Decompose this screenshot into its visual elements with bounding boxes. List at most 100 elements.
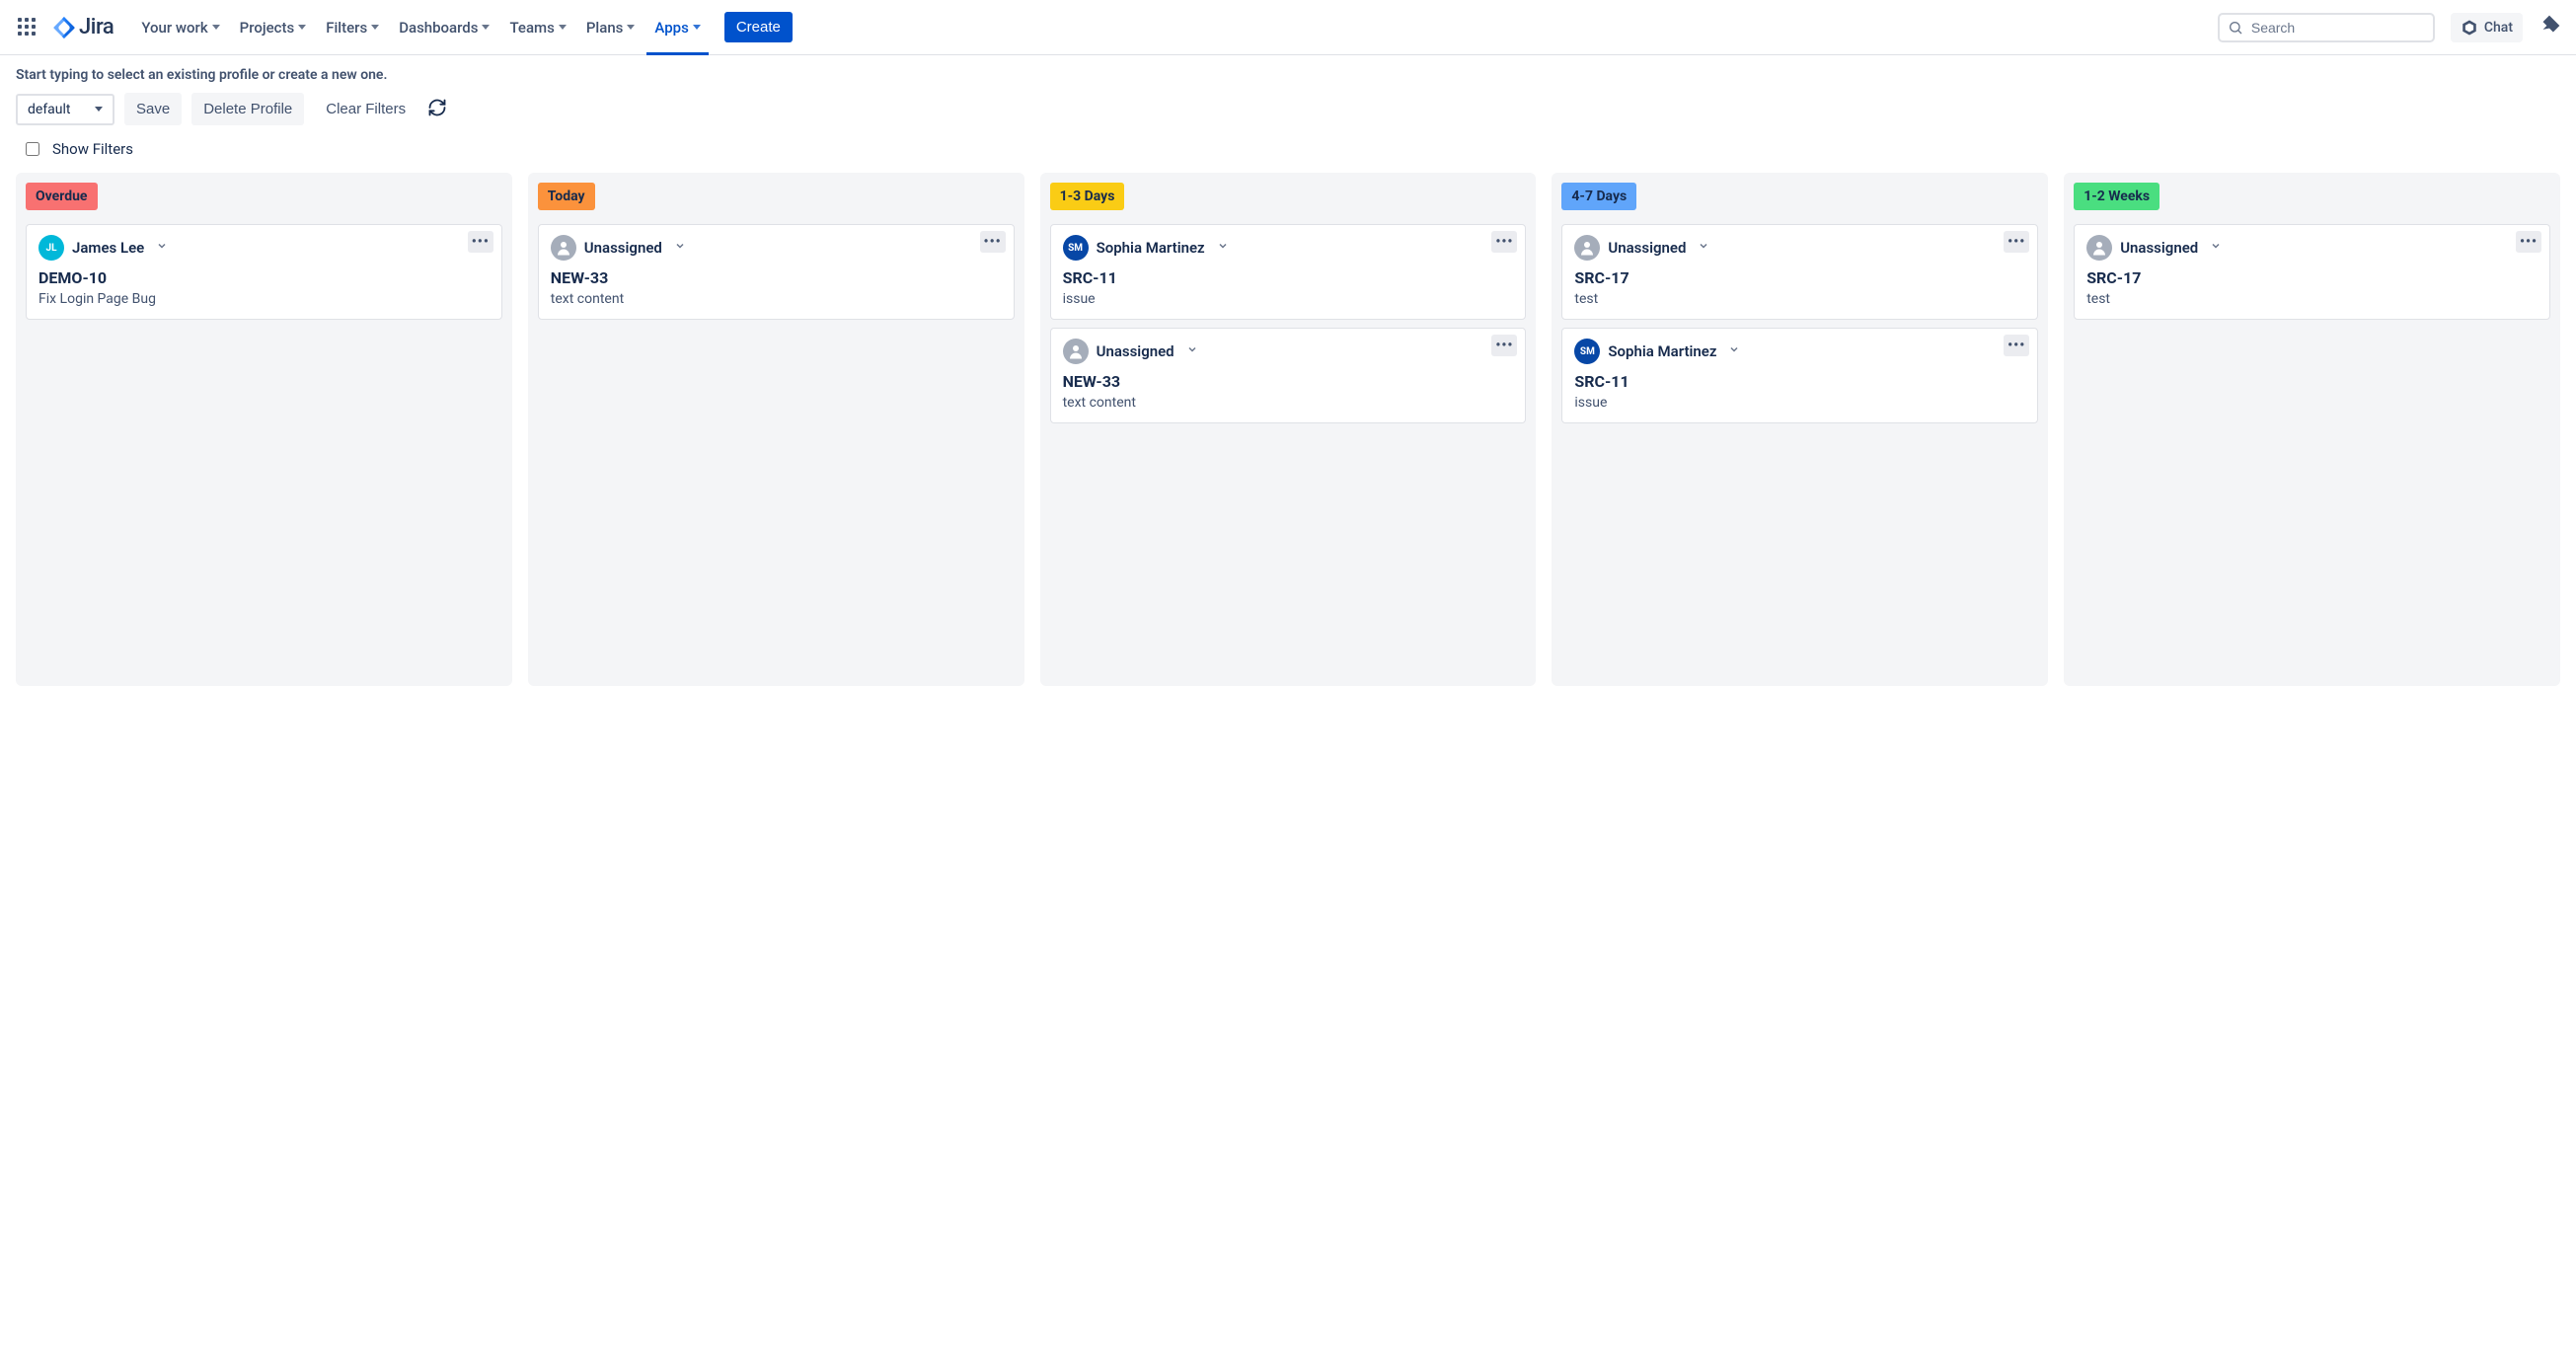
nav-item-apps[interactable]: Apps <box>646 13 708 42</box>
chevron-down-icon <box>627 25 635 30</box>
chevron-down-icon <box>371 25 379 30</box>
nav-item-projects[interactable]: Projects <box>232 13 315 42</box>
nav-item-your-work[interactable]: Your work <box>133 13 227 42</box>
assignee-name: James Lee <box>72 239 144 257</box>
chat-label: Chat <box>2484 20 2513 36</box>
issue-card[interactable]: Unassigned ••• NEW-33 text content <box>538 224 1015 320</box>
nav-item-teams[interactable]: Teams <box>501 13 573 42</box>
board-column-w1_2: 1-2 Weeks Unassigned ••• SRC-17 test <box>2064 173 2560 686</box>
nav-item-label: Projects <box>240 19 295 37</box>
profile-toolbar: default Save Delete Profile Clear Filter… <box>16 93 2560 125</box>
refresh-icon[interactable] <box>427 98 447 121</box>
assignee-name: Unassigned <box>1608 239 1686 257</box>
app-switcher-icon[interactable] <box>16 16 39 39</box>
show-filters[interactable]: Show Filters <box>22 139 2560 159</box>
nav-item-label: Dashboards <box>399 19 478 37</box>
nav-item-label: Plans <box>586 19 624 37</box>
nav-item-plans[interactable]: Plans <box>578 13 644 42</box>
issue-summary: text content <box>551 291 1002 307</box>
chevron-down-icon <box>482 25 490 30</box>
nav-item-filters[interactable]: Filters <box>318 13 387 42</box>
card-menu-icon[interactable]: ••• <box>1491 335 1517 356</box>
card-header: JL James Lee <box>38 235 490 261</box>
avatar: JL <box>38 235 64 261</box>
assignee-dropdown-icon[interactable] <box>1728 343 1740 359</box>
column-header: 1-2 Weeks <box>2074 183 2159 210</box>
card-header: Unassigned <box>2086 235 2538 261</box>
nav-item-dashboards[interactable]: Dashboards <box>391 13 497 42</box>
assignee-dropdown-icon[interactable] <box>2210 240 2222 256</box>
card-menu-icon[interactable]: ••• <box>468 231 493 253</box>
delete-profile-button[interactable]: Delete Profile <box>191 93 304 125</box>
card-header: SM Sophia Martinez <box>1063 235 1514 261</box>
issue-summary: test <box>1574 291 2025 307</box>
jira-wordmark: Jira <box>79 15 114 39</box>
issue-card[interactable]: Unassigned ••• SRC-17 test <box>1561 224 2038 320</box>
card-menu-icon[interactable]: ••• <box>980 231 1006 253</box>
issue-key[interactable]: SRC-17 <box>2086 268 2538 287</box>
card-header: Unassigned <box>551 235 1002 261</box>
unassigned-avatar-icon <box>2086 235 2112 261</box>
jira-logo[interactable]: Jira <box>53 15 114 39</box>
assignee-dropdown-icon[interactable] <box>674 240 686 256</box>
assignee-name: Unassigned <box>584 239 662 257</box>
chevron-down-icon <box>212 25 220 30</box>
board-column-overdue: OverdueJLJames Lee•••DEMO-10Fix Login Pa… <box>16 173 512 686</box>
save-button[interactable]: Save <box>124 93 182 125</box>
show-filters-checkbox[interactable] <box>26 142 39 156</box>
assignee-dropdown-icon[interactable] <box>1698 240 1709 256</box>
nav-items: Your work Projects Filters Dashboards Teams P… <box>133 13 708 42</box>
board-column-d1_3: 1-3 DaysSMSophia Martinez•••SRC-11issueU… <box>1040 173 1537 686</box>
assignee-name: Unassigned <box>2120 239 2198 257</box>
card-menu-icon[interactable]: ••• <box>1491 231 1517 253</box>
search-field[interactable] <box>2249 19 2425 37</box>
issue-key[interactable]: SRC-11 <box>1574 372 2025 391</box>
assignee-dropdown-icon[interactable] <box>1217 240 1229 256</box>
chat-button[interactable]: Chat <box>2451 13 2523 42</box>
issue-card[interactable]: Unassigned•••NEW-33text content <box>1050 328 1527 423</box>
issue-key[interactable]: SRC-11 <box>1063 268 1514 287</box>
issue-key[interactable]: DEMO-10 <box>38 268 490 287</box>
search-icon <box>2228 20 2243 36</box>
unassigned-avatar-icon <box>551 235 576 261</box>
chevron-down-icon <box>95 107 103 112</box>
issue-summary: text content <box>1063 395 1514 411</box>
card-menu-icon[interactable]: ••• <box>2516 231 2541 253</box>
issue-card[interactable]: SM Sophia Martinez ••• SRC-11 issue <box>1050 224 1527 320</box>
notifications-icon[interactable] <box>2538 15 2560 40</box>
create-button[interactable]: Create <box>724 12 793 42</box>
clear-filters-button[interactable]: Clear Filters <box>314 93 417 125</box>
nav-item-label: Your work <box>141 19 207 37</box>
chevron-down-icon <box>693 25 701 30</box>
issue-key[interactable]: NEW-33 <box>551 268 1002 287</box>
card-menu-icon[interactable]: ••• <box>2004 231 2029 253</box>
issue-key[interactable]: SRC-17 <box>1574 268 2025 287</box>
profile-hint: Start typing to select an existing profi… <box>16 67 2560 83</box>
assignee-dropdown-icon[interactable] <box>1186 343 1198 359</box>
assignee-name: Sophia Martinez <box>1097 239 1205 257</box>
column-header: Today <box>538 183 595 210</box>
kanban-board: OverdueJLJames Lee•••DEMO-10Fix Login Pa… <box>0 173 2576 706</box>
unassigned-avatar-icon <box>1063 339 1089 364</box>
issue-card[interactable]: JLJames Lee•••DEMO-10Fix Login Page Bug <box>26 224 502 320</box>
board-column-today: Today Unassigned ••• NEW-33 text content <box>528 173 1024 686</box>
column-header: 1-3 Days <box>1050 183 1125 210</box>
nav-item-label: Apps <box>654 19 688 37</box>
issue-card[interactable]: SMSophia Martinez•••SRC-11issue <box>1561 328 2038 423</box>
profile-value: default <box>28 102 71 117</box>
card-menu-icon[interactable]: ••• <box>2004 335 2029 356</box>
issue-key[interactable]: NEW-33 <box>1063 372 1514 391</box>
chat-icon <box>2461 19 2478 37</box>
profile-select[interactable]: default <box>16 94 114 125</box>
assignee-dropdown-icon[interactable] <box>156 240 168 256</box>
avatar: SM <box>1063 235 1089 261</box>
issue-summary: issue <box>1574 395 2025 411</box>
chevron-down-icon <box>298 25 306 30</box>
search-input[interactable] <box>2218 13 2435 42</box>
unassigned-avatar-icon <box>1574 235 1600 261</box>
issue-card[interactable]: Unassigned ••• SRC-17 test <box>2074 224 2550 320</box>
issue-summary: issue <box>1063 291 1514 307</box>
issue-summary: test <box>2086 291 2538 307</box>
avatar: SM <box>1574 339 1600 364</box>
board-column-d4_7: 4-7 DaysUnassigned•••SRC-17testSMSophia … <box>1552 173 2048 686</box>
